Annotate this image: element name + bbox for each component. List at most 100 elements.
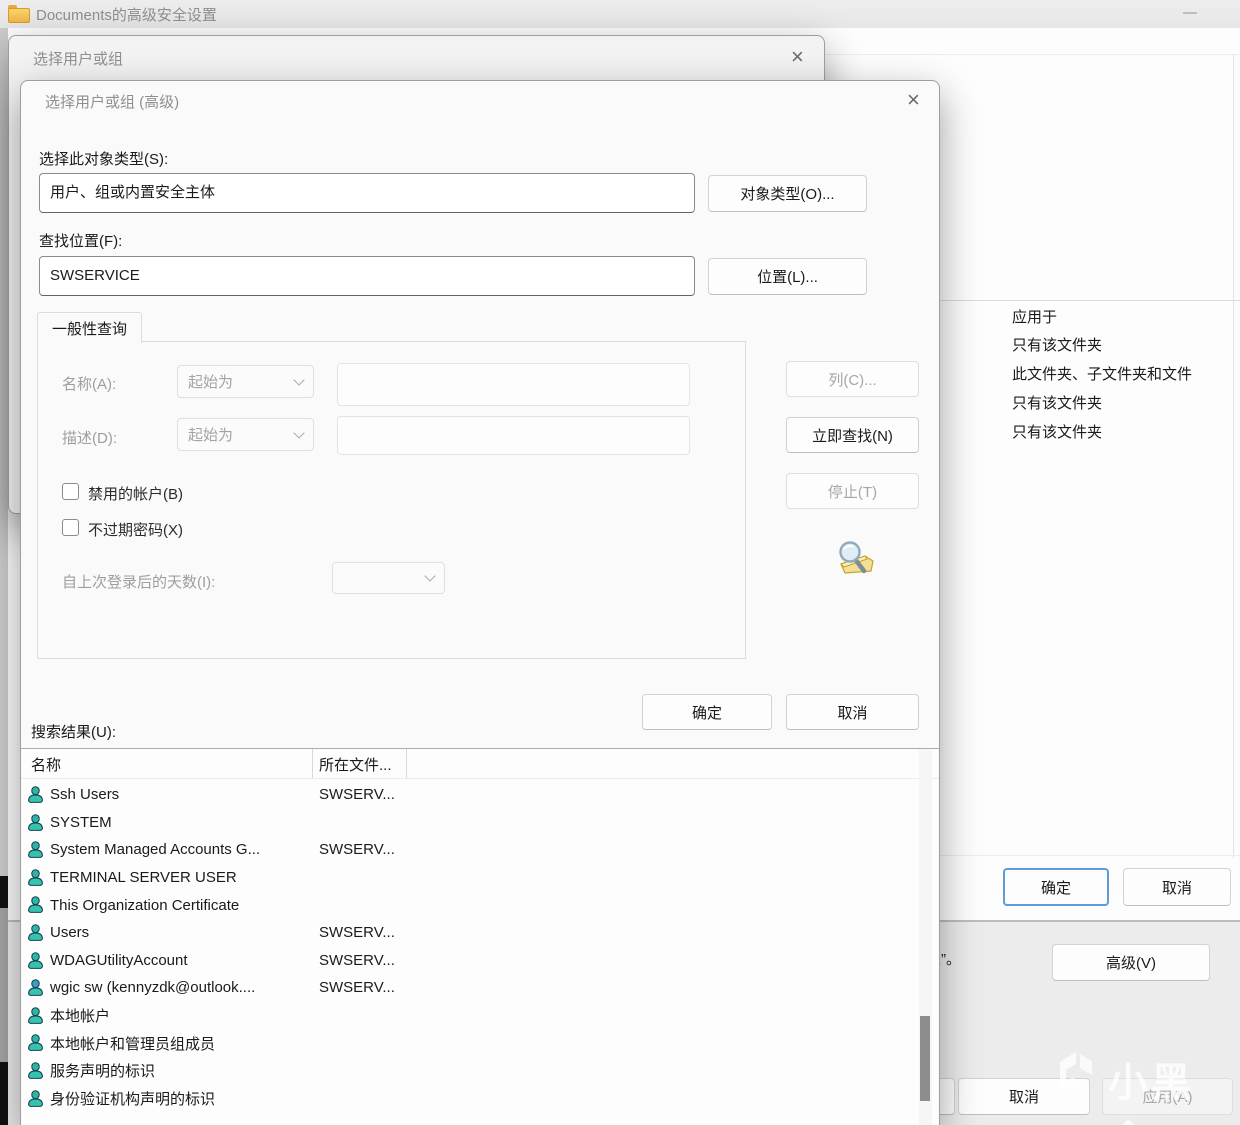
window-title: Documents的高级安全设置 — [36, 7, 217, 24]
applies-to-value: 只有该文件夹 — [1012, 395, 1103, 412]
minimize-icon[interactable] — [1183, 12, 1197, 14]
window-titlebar[interactable]: Documents的高级安全设置 — [0, 0, 1240, 29]
properties-cancel-button[interactable]: 取消 — [958, 1078, 1090, 1115]
list-item[interactable]: wgic sw (kennyzdk@outlook.... SWSERV... — [21, 974, 919, 1002]
search-icon — [831, 539, 877, 581]
result-name: SYSTEM — [50, 813, 112, 831]
list-item[interactable]: This Organization Certificate — [21, 891, 919, 919]
description-input[interactable] — [337, 416, 690, 455]
name-label: 名称(A): — [62, 376, 117, 393]
days-since-logon-select[interactable] — [332, 562, 445, 594]
chevron-down-icon — [293, 373, 305, 386]
close-icon[interactable]: × — [791, 46, 804, 68]
list-item[interactable]: TERMINAL SERVER USER — [21, 864, 919, 892]
list-item[interactable]: 本地帐户和管理员组成员 — [21, 1029, 919, 1057]
user-icon — [27, 813, 44, 831]
permissions-header-divider — [938, 300, 1240, 301]
object-type-label: 选择此对象类型(S): — [39, 151, 169, 168]
object-types-button[interactable]: 对象类型(O)... — [708, 175, 867, 212]
non-expiring-password-checkbox[interactable] — [62, 519, 79, 536]
results-header-bottom-line — [21, 778, 939, 779]
user-icon — [27, 786, 44, 803]
user-icon — [27, 841, 44, 859]
apply-button[interactable]: 应用(A) — [1102, 1078, 1233, 1115]
ok-button[interactable]: 确定 — [642, 694, 772, 730]
description-label: 描述(D): — [62, 430, 117, 447]
object-type-value: 用户、组或内置安全主体 — [50, 184, 216, 201]
result-name: Ssh Users — [50, 786, 120, 804]
results-list: Ssh Users SWSERV... SYSTEM System Managed A… — [21, 781, 919, 1112]
select-user-advanced-dialog: 选择用户或组 (高级) × 选择此对象类型(S): 用户、组或内置安全主体 对象… — [20, 80, 940, 1125]
result-name: Users — [50, 924, 90, 942]
user-icon — [27, 1062, 44, 1079]
list-item[interactable]: 身份验证机构声明的标识 — [21, 1085, 919, 1113]
close-icon[interactable]: × — [907, 89, 920, 111]
security-cancel-label: 取消 — [1161, 879, 1192, 897]
scrollbar-thumb[interactable] — [920, 1016, 930, 1101]
results-col-name[interactable]: 名称 — [31, 754, 61, 775]
locations-button[interactable]: 位置(L)... — [708, 258, 867, 295]
find-now-button-label: 立即查找(N) — [812, 427, 893, 445]
result-folder: SWSERV... — [319, 786, 395, 804]
result-name: 服务声明的标识 — [50, 1063, 156, 1081]
columns-button-label: 列(C)... — [828, 371, 877, 389]
non-expiring-password-label: 不过期密码(X) — [88, 522, 183, 539]
list-item[interactable]: Ssh Users SWSERV... — [21, 781, 919, 809]
list-item[interactable]: System Managed Accounts G... SWSERV... — [21, 836, 919, 864]
location-field[interactable]: SWSERVICE — [39, 256, 695, 296]
name-operator-select[interactable]: 起始为 — [177, 365, 314, 398]
user-icon — [27, 924, 44, 941]
user-icon — [27, 868, 44, 886]
chevron-down-icon — [293, 426, 305, 439]
applies-to-list: 只有该文件夹 此文件夹、子文件夹和文件 只有该文件夹 只有该文件夹 — [1012, 331, 1192, 447]
search-results-label: 搜索结果(U): — [31, 724, 116, 741]
name-operator-value: 起始为 — [188, 374, 234, 391]
list-item[interactable]: SYSTEM — [21, 809, 919, 837]
advanced-button[interactable]: 高级(V) — [1052, 944, 1210, 981]
result-folder: SWSERV... — [319, 951, 395, 969]
result-name: wgic sw (kennyzdk@outlook.... — [50, 979, 256, 997]
column-divider[interactable] — [406, 749, 407, 778]
security-cancel-button[interactable]: 取消 — [1123, 868, 1231, 906]
location-value: SWSERVICE — [50, 267, 140, 284]
description-operator-select[interactable]: 起始为 — [177, 418, 314, 451]
result-name: 身份验证机构声明的标识 — [50, 1090, 216, 1108]
list-item[interactable]: 服务声明的标识 — [21, 1057, 919, 1085]
advanced-button-label: 高级(V) — [1106, 955, 1156, 972]
window-content-divider — [823, 54, 1240, 55]
properties-cancel-label: 取消 — [1008, 1089, 1039, 1106]
columns-button[interactable]: 列(C)... — [786, 361, 919, 397]
desktop-strip — [0, 876, 8, 908]
applies-to-header[interactable]: 应用于 — [1012, 306, 1057, 327]
results-col-folder[interactable]: 所在文件... — [319, 754, 392, 775]
disabled-accounts-label: 禁用的帐户(B) — [88, 486, 183, 503]
desktop-strip — [0, 1062, 8, 1125]
security-ok-button[interactable]: 确定 — [1003, 868, 1109, 906]
select-dialog-title: 选择用户或组 — [33, 51, 124, 68]
user-icon — [27, 951, 44, 969]
result-name: WDAGUtilityAccount — [50, 951, 188, 969]
stop-button[interactable]: 停止(T) — [786, 473, 919, 509]
result-folder: SWSERV... — [319, 979, 395, 997]
user-icon — [27, 1089, 44, 1107]
folder-icon — [8, 5, 30, 23]
result-name: 本地帐户和管理员组成员 — [50, 1035, 216, 1053]
tab-common-queries[interactable]: 一般性查询 — [37, 312, 142, 343]
name-input[interactable] — [337, 363, 690, 406]
user-icon — [27, 896, 44, 914]
cancel-button[interactable]: 取消 — [786, 694, 919, 730]
find-now-button[interactable]: 立即查找(N) — [786, 417, 919, 453]
description-operator-value: 起始为 — [188, 427, 234, 444]
list-item[interactable]: Users SWSERV... — [21, 919, 919, 947]
object-type-field[interactable]: 用户、组或内置安全主体 — [39, 173, 695, 213]
tab-common-queries-label: 一般性查询 — [51, 320, 127, 338]
column-divider[interactable] — [312, 749, 313, 778]
result-name: System Managed Accounts G... — [50, 841, 261, 859]
applies-to-value: 只有该文件夹 — [1012, 337, 1103, 354]
list-item[interactable]: 本地帐户 — [21, 1002, 919, 1030]
chevron-down-icon — [424, 570, 436, 582]
applies-to-value: 此文件夹、子文件夹和文件 — [1012, 366, 1193, 383]
disabled-accounts-checkbox[interactable] — [62, 483, 79, 500]
list-item[interactable]: WDAGUtilityAccount SWSERV... — [21, 947, 919, 975]
result-name: TERMINAL SERVER USER — [50, 869, 237, 887]
